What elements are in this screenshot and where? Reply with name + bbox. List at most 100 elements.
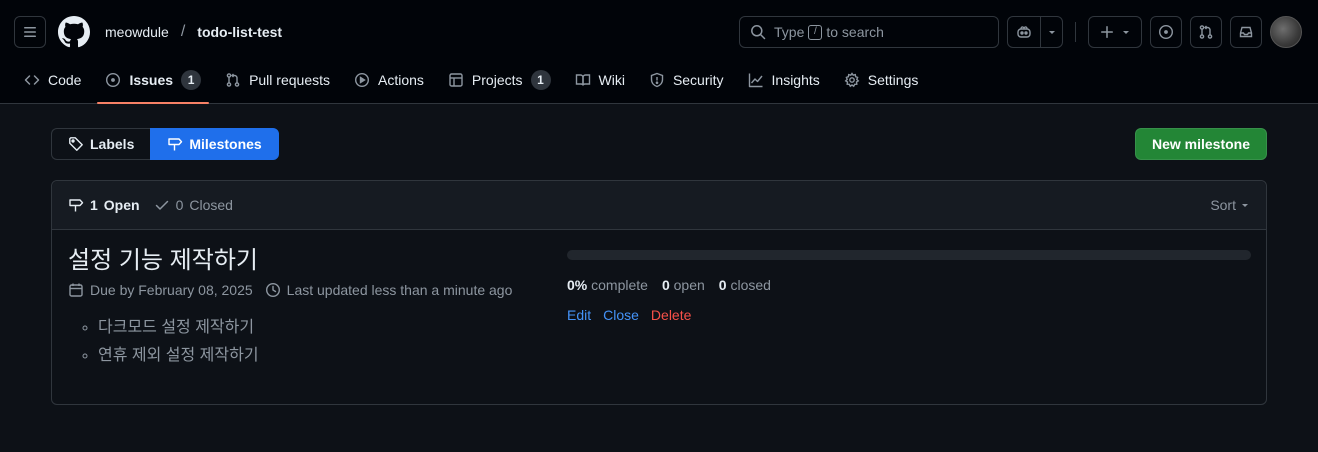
- milestone-meta: Due by February 08, 2025 Last updated le…: [68, 282, 518, 298]
- inbox-icon: [1239, 26, 1253, 38]
- projects-counter: 1: [530, 70, 551, 90]
- issue-opened-icon: [1158, 24, 1174, 40]
- milestones-list: 1 Open 0 Closed Sort 설정 기능 제작하기 Due by F…: [51, 180, 1267, 405]
- closed-filter[interactable]: 0 Closed: [154, 197, 233, 213]
- tab-wiki[interactable]: Wiki: [567, 64, 633, 96]
- milestone-title[interactable]: 설정 기능 제작하기: [68, 246, 518, 276]
- milestone-description: 다크모드 설정 제작하기 연휴 제외 설정 제작하기: [68, 314, 518, 370]
- avatar[interactable]: [1270, 16, 1302, 48]
- closed-label: Closed: [189, 197, 233, 213]
- triangle-down-icon: [1123, 31, 1129, 34]
- tag-icon: [69, 137, 83, 151]
- app-header: meowdule / todo-list-test Type / to sear…: [0, 0, 1318, 104]
- calendar-icon: [69, 283, 83, 297]
- clock-icon: [265, 282, 280, 298]
- inbox-button[interactable]: [1230, 16, 1262, 48]
- tab-label: Projects: [471, 72, 523, 88]
- milestone-icon: [69, 199, 84, 212]
- close-link[interactable]: Close: [603, 307, 639, 323]
- plus-icon: [1101, 26, 1113, 38]
- tab-pull-requests[interactable]: Pull requests: [217, 64, 338, 96]
- search-input[interactable]: Type / to search: [739, 16, 999, 48]
- copilot-icon[interactable]: [1008, 17, 1040, 47]
- tab-security[interactable]: Security: [641, 64, 732, 96]
- closed-issues-label: closed: [730, 277, 771, 293]
- code-icon: [24, 75, 40, 85]
- copilot-button[interactable]: [1007, 16, 1063, 48]
- edit-link[interactable]: Edit: [567, 307, 591, 323]
- labels-milestones-subnav: Labels Milestones: [51, 128, 279, 160]
- milestone-actions: Edit Close Delete: [567, 307, 1251, 323]
- tab-issues[interactable]: Issues 1: [97, 64, 209, 104]
- repo-link[interactable]: todo-list-test: [197, 24, 282, 40]
- tab-code[interactable]: Code: [16, 64, 89, 96]
- owner-link[interactable]: meowdule: [105, 24, 169, 40]
- issues-counter: 1: [181, 70, 202, 90]
- header-divider: [1075, 22, 1076, 42]
- milestone-info: 설정 기능 제작하기 Due by February 08, 2025 Last…: [68, 246, 518, 370]
- issues-button[interactable]: [1150, 16, 1182, 48]
- tab-label: Pull requests: [249, 72, 330, 88]
- triangle-down-icon: [1048, 31, 1055, 34]
- tab-label: Issues: [129, 72, 174, 88]
- open-count: 1: [90, 197, 98, 213]
- tab-actions[interactable]: Actions: [346, 64, 432, 96]
- tab-projects[interactable]: Projects 1: [440, 64, 559, 96]
- milestone-stats: 0% complete 0 open 0 closed: [567, 277, 1251, 293]
- closed-issues-count: 0: [718, 277, 727, 293]
- git-pull-request-icon: [1199, 25, 1213, 39]
- search-icon: [751, 25, 766, 40]
- due-date: Due by February 08, 2025: [68, 282, 253, 298]
- open-issues-label: open: [673, 277, 705, 293]
- github-logo-icon[interactable]: [58, 16, 90, 48]
- search-placeholder-prefix: Type: [774, 24, 805, 40]
- labels-tab[interactable]: Labels: [51, 128, 151, 160]
- delete-link[interactable]: Delete: [651, 307, 691, 323]
- breadcrumb: meowdule / todo-list-test: [105, 23, 282, 41]
- percent-complete: 0% complete: [567, 277, 648, 293]
- open-filter[interactable]: 1 Open: [68, 197, 140, 213]
- tab-label: Code: [48, 72, 82, 88]
- tab-insights[interactable]: Insights: [740, 64, 828, 96]
- list-item: 연휴 제외 설정 제작하기: [98, 342, 518, 370]
- open-label: Open: [103, 197, 140, 213]
- milestones-list-header: 1 Open 0 Closed Sort: [52, 181, 1266, 230]
- subnav-row: Labels Milestones New milestone: [51, 128, 1267, 160]
- search-placeholder-suffix: to search: [826, 24, 884, 40]
- milestone-icon: [168, 138, 183, 151]
- milestones-tab-label: Milestones: [189, 136, 262, 152]
- due-date-text: Due by February 08, 2025: [90, 282, 253, 298]
- create-new-button[interactable]: [1088, 16, 1142, 48]
- tab-label: Settings: [867, 72, 919, 88]
- sort-dropdown[interactable]: Sort: [1210, 197, 1250, 213]
- progress-bar: [567, 250, 1251, 260]
- tab-label: Security: [672, 72, 724, 88]
- open-issues-stat: 0 open: [662, 277, 705, 293]
- search-shortcut-key: /: [808, 24, 823, 40]
- triangle-down-icon: [1242, 204, 1248, 207]
- shield-icon: [650, 72, 664, 88]
- list-item: 다크모드 설정 제작하기: [98, 314, 518, 342]
- gear-icon: [844, 72, 860, 88]
- new-milestone-button[interactable]: New milestone: [1134, 128, 1267, 160]
- book-icon: [575, 74, 590, 86]
- milestones-tab[interactable]: Milestones: [150, 128, 279, 160]
- tab-label: Wiki: [598, 72, 625, 88]
- last-updated: Last updated less than a minute ago: [265, 282, 513, 298]
- git-pull-request-icon: [226, 73, 240, 87]
- open-issues-count: 0: [661, 277, 670, 293]
- issue-opened-icon: [106, 72, 121, 88]
- copilot-dropdown[interactable]: [1040, 17, 1062, 47]
- closed-issues-stat: 0 closed: [719, 277, 771, 293]
- pull-requests-button[interactable]: [1190, 16, 1222, 48]
- global-bar: meowdule / todo-list-test Type / to sear…: [0, 0, 1318, 64]
- sort-label: Sort: [1210, 197, 1236, 213]
- menu-button[interactable]: [14, 16, 46, 48]
- tab-label: Actions: [378, 72, 424, 88]
- last-updated-text: Last updated less than a minute ago: [286, 282, 513, 298]
- percent-value: 0%: [567, 277, 588, 293]
- table-icon: [449, 73, 463, 87]
- play-icon: [354, 72, 370, 88]
- hamburger-icon: [24, 27, 36, 37]
- tab-settings[interactable]: Settings: [836, 64, 927, 96]
